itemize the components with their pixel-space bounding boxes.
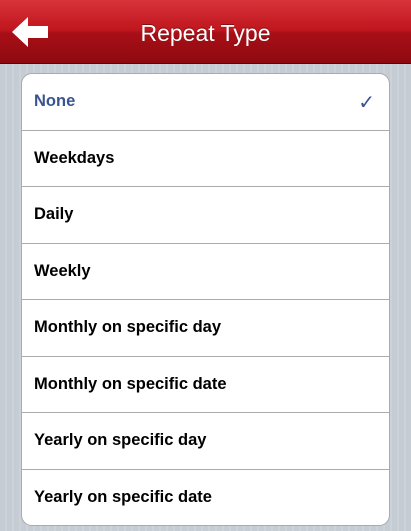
list-item-monthly-specific-day[interactable]: Monthly on specific day [22,300,389,357]
page-title: Repeat Type [140,20,271,46]
repeat-type-list: None ✓ Weekdays Daily Weekly Monthly on … [21,73,390,526]
list-item-label: Yearly on specific date [34,488,212,507]
navigation-bar: Repeat Type [0,0,411,64]
list-item-yearly-specific-date[interactable]: Yearly on specific date [22,470,389,526]
list-item-label: Yearly on specific day [34,431,207,450]
list-item-label: Monthly on specific date [34,374,227,393]
list-item-daily[interactable]: Daily [22,187,389,244]
list-item-label: Weekdays [34,148,115,167]
list-item-none[interactable]: None ✓ [22,74,389,131]
list-item-yearly-specific-day[interactable]: Yearly on specific day [22,413,389,470]
list-item-label: None [34,92,76,111]
checkmark-icon: ✓ [358,89,375,114]
list-item-weekly[interactable]: Weekly [22,244,389,300]
list-item-label: Weekly [34,261,91,280]
list-item-label: Daily [34,205,74,224]
list-item-monthly-specific-date[interactable]: Monthly on specific date [22,357,389,413]
list-item-label: Monthly on specific day [34,318,222,337]
list-item-weekdays[interactable]: Weekdays [22,131,389,187]
